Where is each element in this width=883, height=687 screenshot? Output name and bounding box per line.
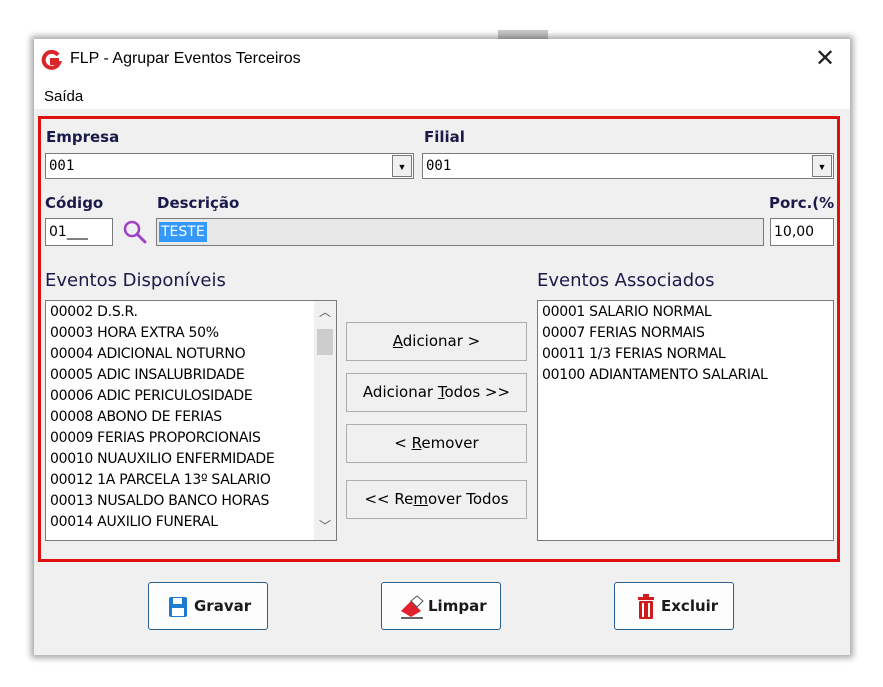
- descricao-label: Descrição: [157, 194, 240, 212]
- chevron-down-icon[interactable]: ▼: [812, 155, 832, 177]
- empresa-label: Empresa: [46, 128, 120, 146]
- excluir-label: Excluir: [661, 597, 719, 615]
- list-item[interactable]: 00004 ADICIONAL NOTURNO: [50, 346, 246, 362]
- available-label: Eventos Disponíveis: [45, 270, 226, 291]
- empresa-select[interactable]: 001 ▼: [45, 153, 414, 179]
- list-item[interactable]: 00005 ADIC INSALUBRIDADE: [50, 367, 245, 383]
- filial-label: Filial: [424, 128, 465, 146]
- list-item[interactable]: 00013 NUSALDO BANCO HORAS: [50, 493, 269, 509]
- adicionar-todos-button[interactable]: Adicionar Todos >>: [346, 373, 527, 412]
- porc-input[interactable]: 10,00: [770, 218, 834, 246]
- chevron-down-icon[interactable]: ▼: [392, 155, 412, 177]
- empresa-value: 001: [49, 158, 75, 174]
- adicionar-button[interactable]: Adicionar >: [346, 322, 527, 361]
- list-item[interactable]: 00007 FERIAS NORMAIS: [542, 325, 705, 341]
- chevron-down-icon[interactable]: ﹀: [314, 517, 336, 535]
- list-item[interactable]: 00012 1A PARCELA 13º SALARIO: [50, 472, 271, 488]
- associated-list[interactable]: 00001 SALARIO NORMAL 00007 FERIAS NORMAI…: [537, 300, 834, 541]
- window-title: FLP - Agrupar Eventos Terceiros: [70, 50, 301, 67]
- chevron-up-icon[interactable]: ︿: [314, 303, 336, 321]
- list-item[interactable]: 00011 1/3 FERIAS NORMAL: [542, 346, 726, 362]
- background-window: [0, 0, 883, 40]
- list-item[interactable]: 00008 ABONO DE FERIAS: [50, 409, 222, 425]
- close-button[interactable]: ✕: [810, 47, 840, 73]
- codigo-value: 01___: [49, 224, 88, 240]
- title-bar: FLP - Agrupar Eventos Terceiros ✕: [34, 39, 850, 83]
- porc-label: Porc.(%: [769, 194, 835, 212]
- list-item[interactable]: 00014 AUXILIO FUNERAL: [50, 514, 218, 530]
- list-item[interactable]: 00006 ADIC PERICULOSIDADE: [50, 388, 253, 404]
- gravar-label: Gravar: [194, 597, 252, 615]
- list-item[interactable]: 00100 ADIANTAMENTO SALARIAL: [542, 367, 768, 383]
- menu-item-saida[interactable]: Saída: [44, 88, 83, 105]
- trash-icon: [638, 594, 654, 619]
- codigo-input[interactable]: 01___: [45, 218, 113, 246]
- descricao-input[interactable]: TESTE: [156, 218, 764, 246]
- filial-select[interactable]: 001 ▼: [422, 153, 834, 179]
- limpar-label: Limpar: [428, 597, 487, 615]
- excluir-button[interactable]: Excluir: [614, 582, 734, 630]
- list-item[interactable]: 00001 SALARIO NORMAL: [542, 304, 712, 320]
- search-icon[interactable]: [122, 219, 148, 245]
- list-item[interactable]: 00003 HORA EXTRA 50%: [50, 325, 219, 341]
- app-logo-icon: [41, 49, 62, 70]
- codigo-label: Código: [45, 194, 104, 212]
- gravar-button[interactable]: Gravar: [148, 582, 268, 630]
- menu-bar: Saída: [34, 83, 850, 109]
- descricao-value: TESTE: [159, 222, 207, 242]
- filial-value: 001: [426, 158, 452, 174]
- eraser-icon: [401, 595, 424, 619]
- available-list[interactable]: 00002 D.S.R. 00003 HORA EXTRA 50% 00004 …: [45, 300, 337, 541]
- available-scrollbar[interactable]: ︿ ﹀: [314, 301, 336, 540]
- list-item[interactable]: 00002 D.S.R.: [50, 304, 138, 320]
- floppy-disk-icon: [169, 597, 187, 617]
- scrollbar-thumb[interactable]: [317, 329, 333, 355]
- remover-button[interactable]: < Remover: [346, 424, 527, 463]
- list-item[interactable]: 00010 NUAUXILIO ENFERMIDADE: [50, 451, 275, 467]
- dialog-window: FLP - Agrupar Eventos Terceiros ✕ Saída …: [34, 39, 850, 655]
- list-item[interactable]: 00009 FERIAS PROPORCIONAIS: [50, 430, 261, 446]
- porc-value: 10,00: [774, 224, 815, 240]
- associated-label: Eventos Associados: [537, 270, 715, 291]
- remover-todos-button[interactable]: << Remover Todos: [346, 480, 527, 519]
- limpar-button[interactable]: Limpar: [381, 582, 501, 630]
